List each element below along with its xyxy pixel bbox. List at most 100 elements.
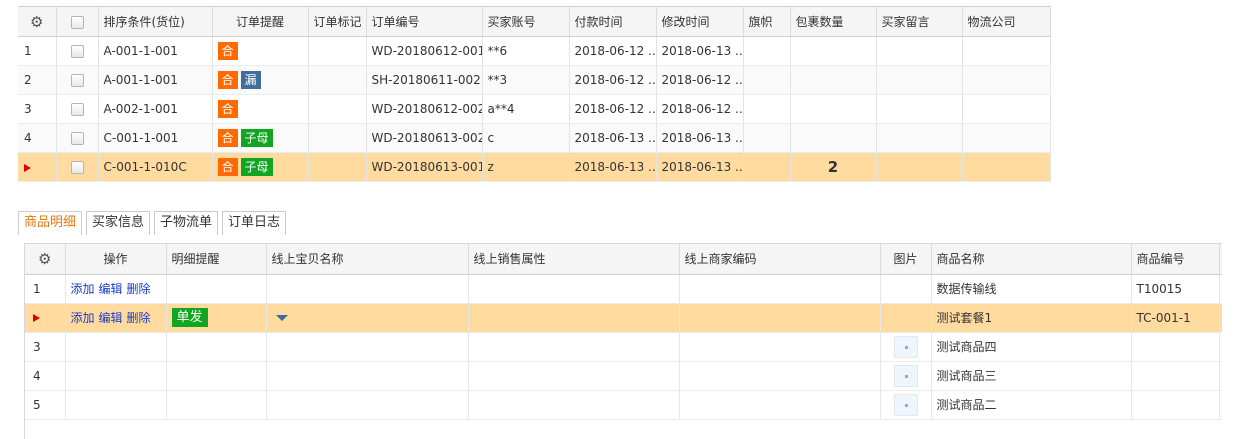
tab-order-log[interactable]: 订单日志 — [222, 211, 287, 235]
column-header-extra — [1219, 244, 1222, 275]
cell-buyer: **3 — [482, 65, 570, 95]
row-checkbox[interactable] — [70, 74, 84, 87]
cell-image — [880, 361, 932, 391]
order-row[interactable]: 2 A-001-1-001 合漏 SH-20180611-002 **3 2018-06-… — [18, 65, 1051, 95]
tab-sub-logistics[interactable]: 子物流单 — [154, 211, 219, 235]
column-header-carrier[interactable]: 物流公司 — [962, 6, 1051, 37]
delete-link[interactable]: 删除 — [127, 282, 151, 296]
cell-flag — [743, 65, 791, 95]
order-row[interactable]: 4 C-001-1-001 合子母 WD-20180613-002 c 2018-06-1… — [18, 123, 1051, 153]
item-row[interactable]: 3 测试商品四 — [25, 332, 1222, 362]
orders-select-all[interactable] — [56, 6, 99, 37]
cell-location: A-002-1-001 — [98, 94, 213, 124]
cell-buyer: a**4 — [482, 94, 570, 124]
cell-online-item-name[interactable] — [266, 303, 469, 333]
tab-buyer-info[interactable]: 买家信息 — [86, 211, 151, 235]
item-row[interactable]: 5 测试商品二 — [25, 390, 1222, 420]
cell-package-qty — [790, 36, 877, 66]
orders-header-row: ⚙ 排序条件(货位) 订单提醒 订单标记 订单编号 买家账号 付款时间 修改时间… — [18, 6, 1051, 37]
column-header-order-remind[interactable]: 订单提醒 — [212, 6, 309, 37]
item-row[interactable]: 4 测试商品三 — [25, 361, 1222, 391]
column-header-online-item-name[interactable]: 线上宝贝名称 — [266, 244, 469, 275]
column-header-image[interactable]: 图片 — [880, 244, 932, 275]
column-header-modified-time[interactable]: 修改时间 — [656, 6, 744, 37]
cell-paid-time: 2018-06-13 ... — [569, 152, 657, 182]
cell-order-mark — [308, 36, 367, 66]
items-grid: ⚙ 操作 明细提醒 线上宝贝名称 线上销售属性 线上商家编码 图片 商品名称 商… — [25, 244, 1222, 420]
image-thumbnail-icon[interactable] — [893, 393, 918, 416]
cell-modified-time: 2018-06-12 ... — [656, 94, 744, 124]
cell-product-name: 测试商品四 — [931, 332, 1132, 362]
column-header-flag[interactable]: 旗帜 — [743, 6, 791, 37]
column-header-package-qty[interactable]: 包裹数量 — [790, 6, 877, 37]
cell-flag — [743, 36, 791, 66]
row-checkbox[interactable] — [70, 45, 84, 58]
select-all-checkbox[interactable] — [70, 15, 84, 29]
cell-buyer: c — [482, 123, 570, 153]
column-header-buyer[interactable]: 买家账号 — [482, 6, 570, 37]
cell-actions — [65, 390, 167, 420]
items-body: 1 添加 编辑 删除 数据传输线 T10015 添加 编辑 删除 单发 测试套餐1 TC-001-1 3… — [25, 274, 1222, 420]
order-row[interactable]: 1 A-001-1-001 合 WD-20180612-001 **6 2018-06-1… — [18, 36, 1051, 66]
row-number: 1 — [18, 36, 57, 66]
add-link[interactable]: 添加 — [71, 282, 95, 296]
image-thumbnail-icon[interactable] — [893, 335, 918, 358]
cell-order-remind: 合 — [212, 36, 309, 66]
cell-online-item-name — [266, 332, 469, 362]
cell-image — [880, 390, 932, 420]
row-select-cell[interactable] — [56, 152, 99, 182]
edit-link[interactable]: 编辑 — [99, 311, 123, 325]
cell-product-name: 测试商品三 — [931, 361, 1132, 391]
row-select-cell[interactable] — [56, 65, 99, 95]
order-row[interactable]: C-001-1-010C 合子母 WD-20180613-001 z 2018-06-1… — [18, 152, 1051, 182]
row-checkbox[interactable] — [70, 103, 84, 116]
column-header-online-merchant-code[interactable]: 线上商家编码 — [679, 244, 881, 275]
cell-order-remind: 合 — [212, 94, 309, 124]
orders-settings-cell[interactable]: ⚙ — [18, 6, 57, 37]
row-select-cell[interactable] — [56, 36, 99, 66]
cell-paid-time: 2018-06-12 ... — [569, 36, 657, 66]
item-row[interactable]: 添加 编辑 删除 单发 测试套餐1 TC-001-1 — [25, 303, 1222, 333]
column-header-detail-remind[interactable]: 明细提醒 — [166, 244, 267, 275]
column-header-product-code[interactable]: 商品编号 — [1131, 244, 1220, 275]
item-row[interactable]: 1 添加 编辑 删除 数据传输线 T10015 — [25, 274, 1222, 304]
column-header-paid-time[interactable]: 付款时间 — [569, 6, 657, 37]
row-number: 2 — [18, 65, 57, 95]
column-header-online-sale-attr[interactable]: 线上销售属性 — [468, 244, 680, 275]
cell-detail-remind — [166, 361, 267, 391]
image-thumbnail-icon[interactable] — [893, 364, 918, 387]
gear-icon[interactable]: ⚙ — [37, 251, 53, 267]
delete-link[interactable]: 删除 — [127, 311, 151, 325]
column-header-product-name[interactable]: 商品名称 — [931, 244, 1132, 275]
column-header-order-no[interactable]: 订单编号 — [366, 6, 483, 37]
row-checkbox[interactable] — [70, 161, 84, 174]
caret-down-icon[interactable] — [275, 315, 288, 321]
row-number: 3 — [25, 332, 66, 362]
cell-buyer: **6 — [482, 36, 570, 66]
column-header-actions[interactable]: 操作 — [65, 244, 167, 275]
cell-extra — [1219, 361, 1222, 391]
cell-package-qty: 2 — [790, 152, 877, 182]
items-settings-cell[interactable]: ⚙ — [25, 244, 66, 275]
tab-product-detail[interactable]: 商品明细 — [18, 211, 83, 235]
cell-online-merchant-code — [679, 274, 881, 304]
edit-link[interactable]: 编辑 — [99, 282, 123, 296]
gear-icon[interactable]: ⚙ — [29, 14, 45, 30]
triangle-right-icon — [24, 163, 31, 172]
cell-order-remind: 合子母 — [212, 152, 309, 182]
row-select-cell[interactable] — [56, 94, 99, 124]
order-row[interactable]: 3 A-002-1-001 合 WD-20180612-002 a**4 2018-06-… — [18, 94, 1051, 124]
row-checkbox[interactable] — [70, 132, 84, 145]
column-header-buyer-note[interactable]: 买家留言 — [876, 6, 963, 37]
cell-product-name: 测试套餐1 — [931, 303, 1132, 333]
column-header-order-mark[interactable]: 订单标记 — [308, 6, 367, 37]
column-header-location[interactable]: 排序条件(货位) — [98, 6, 213, 37]
row-select-cell[interactable] — [56, 123, 99, 153]
cell-order-no: SH-20180611-002 — [366, 65, 483, 95]
row-number: 3 — [18, 94, 57, 124]
cell-order-remind: 合漏 — [212, 65, 309, 95]
cell-order-no: WD-20180613-002 — [366, 123, 483, 153]
cell-carrier — [962, 65, 1051, 95]
remind-tag: 漏 — [240, 71, 261, 89]
add-link[interactable]: 添加 — [71, 311, 95, 325]
